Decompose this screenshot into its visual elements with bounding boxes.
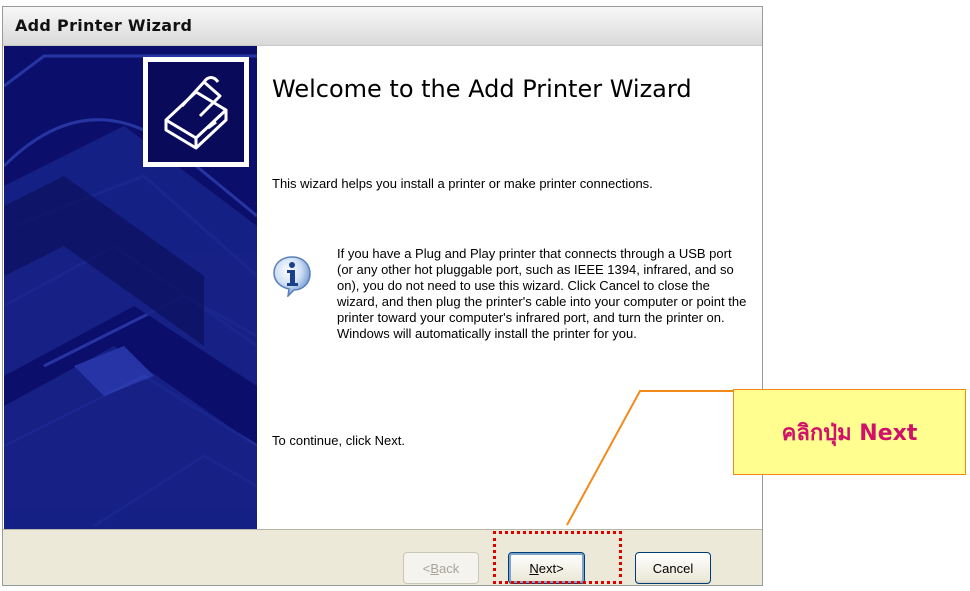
continue-instruction: To continue, click Next. [272, 433, 405, 448]
wizard-button-bar: < Back Next > Cancel [3, 529, 762, 585]
printer-icon [143, 57, 249, 167]
title-bar[interactable]: Add Printer Wizard [3, 7, 762, 46]
instruction-callout: คลิกปุ่ม Next [733, 389, 966, 475]
cancel-button[interactable]: Cancel [635, 552, 711, 584]
info-icon [272, 255, 312, 299]
wizard-heading: Welcome to the Add Printer Wizard [272, 75, 692, 103]
back-button[interactable]: < Back [403, 552, 479, 584]
next-button-highlight [493, 531, 622, 584]
window-title: Add Printer Wizard [15, 16, 193, 35]
wizard-content: Welcome to the Add Printer Wizard This w… [257, 46, 762, 529]
callout-text: คลิกปุ่ม Next [781, 420, 918, 446]
plug-and-play-info-text: If you have a Plug and Play printer that… [337, 246, 747, 341]
add-printer-wizard-window: Add Printer Wizard Welcome to the Add Pr… [2, 6, 763, 586]
back-button-accelerator: B [430, 560, 440, 576]
intro-text: This wizard helps you install a printer … [272, 176, 653, 191]
back-button-label: ack [439, 560, 460, 576]
wizard-sidebar-graphic [4, 46, 257, 529]
back-button-prefix: < [422, 560, 431, 576]
